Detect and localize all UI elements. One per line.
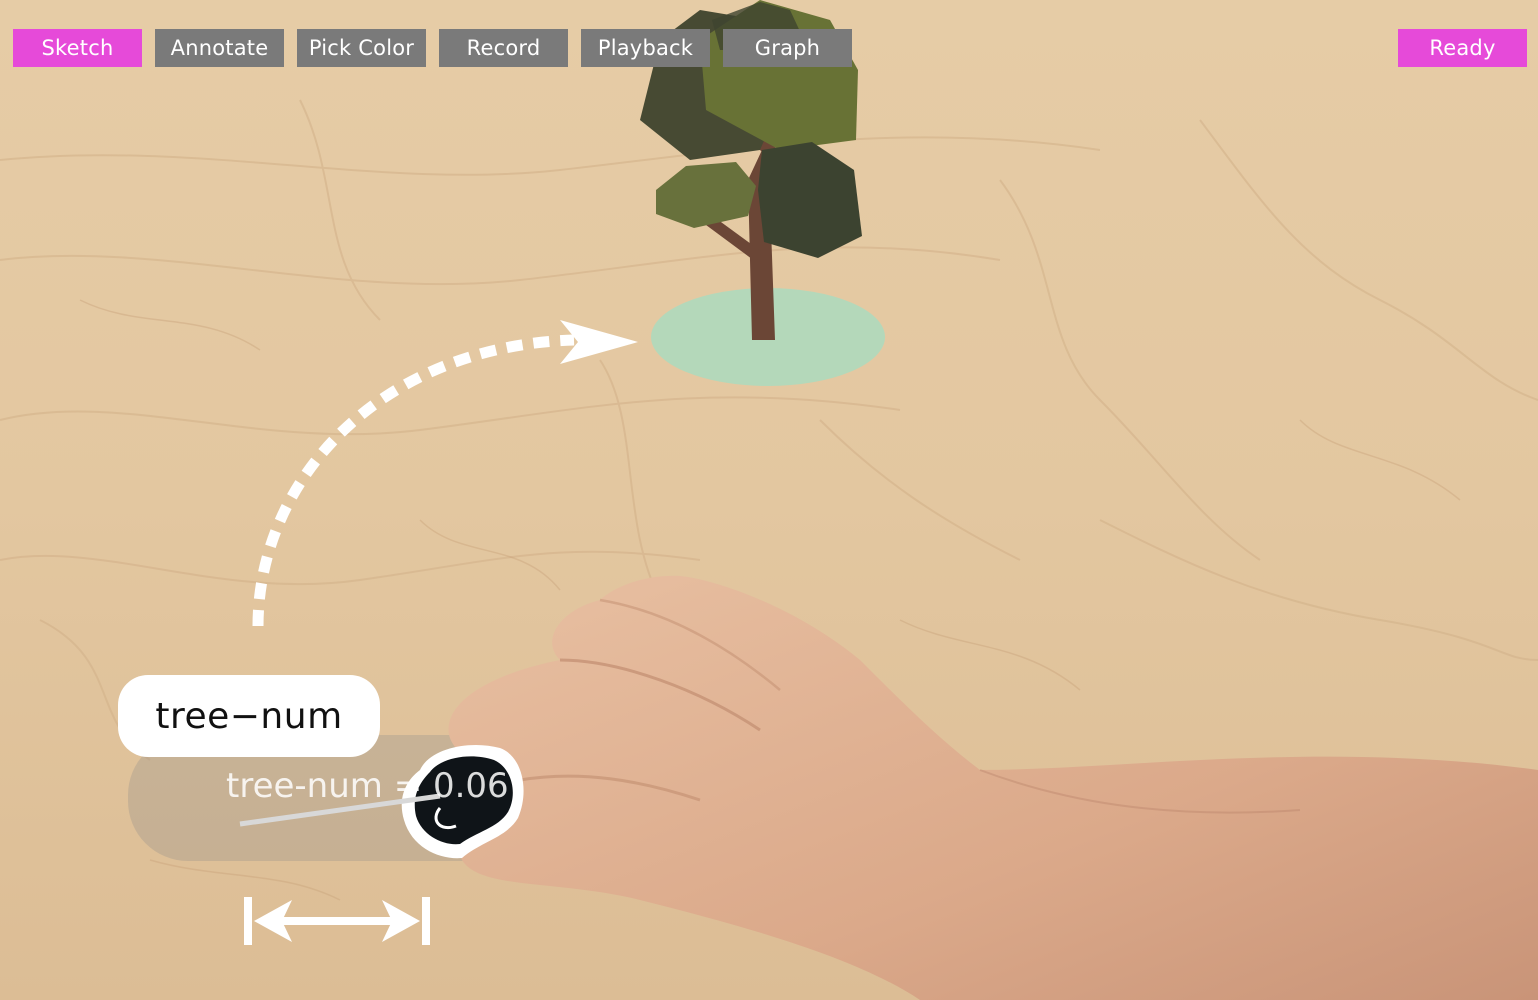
playback-button[interactable]: Playback bbox=[581, 29, 710, 67]
pick-color-button[interactable]: Pick Color bbox=[297, 29, 426, 67]
ready-status-button[interactable]: Ready bbox=[1398, 29, 1527, 67]
variable-readout: tree-num = 0.06 bbox=[226, 766, 509, 806]
graph-button[interactable]: Graph bbox=[723, 29, 852, 67]
ar-scene bbox=[0, 0, 1538, 1000]
sketch-button[interactable]: Sketch bbox=[13, 29, 142, 67]
variable-label-pill: tree−num bbox=[118, 675, 380, 757]
annotate-button[interactable]: Annotate bbox=[155, 29, 284, 67]
record-button[interactable]: Record bbox=[439, 29, 568, 67]
